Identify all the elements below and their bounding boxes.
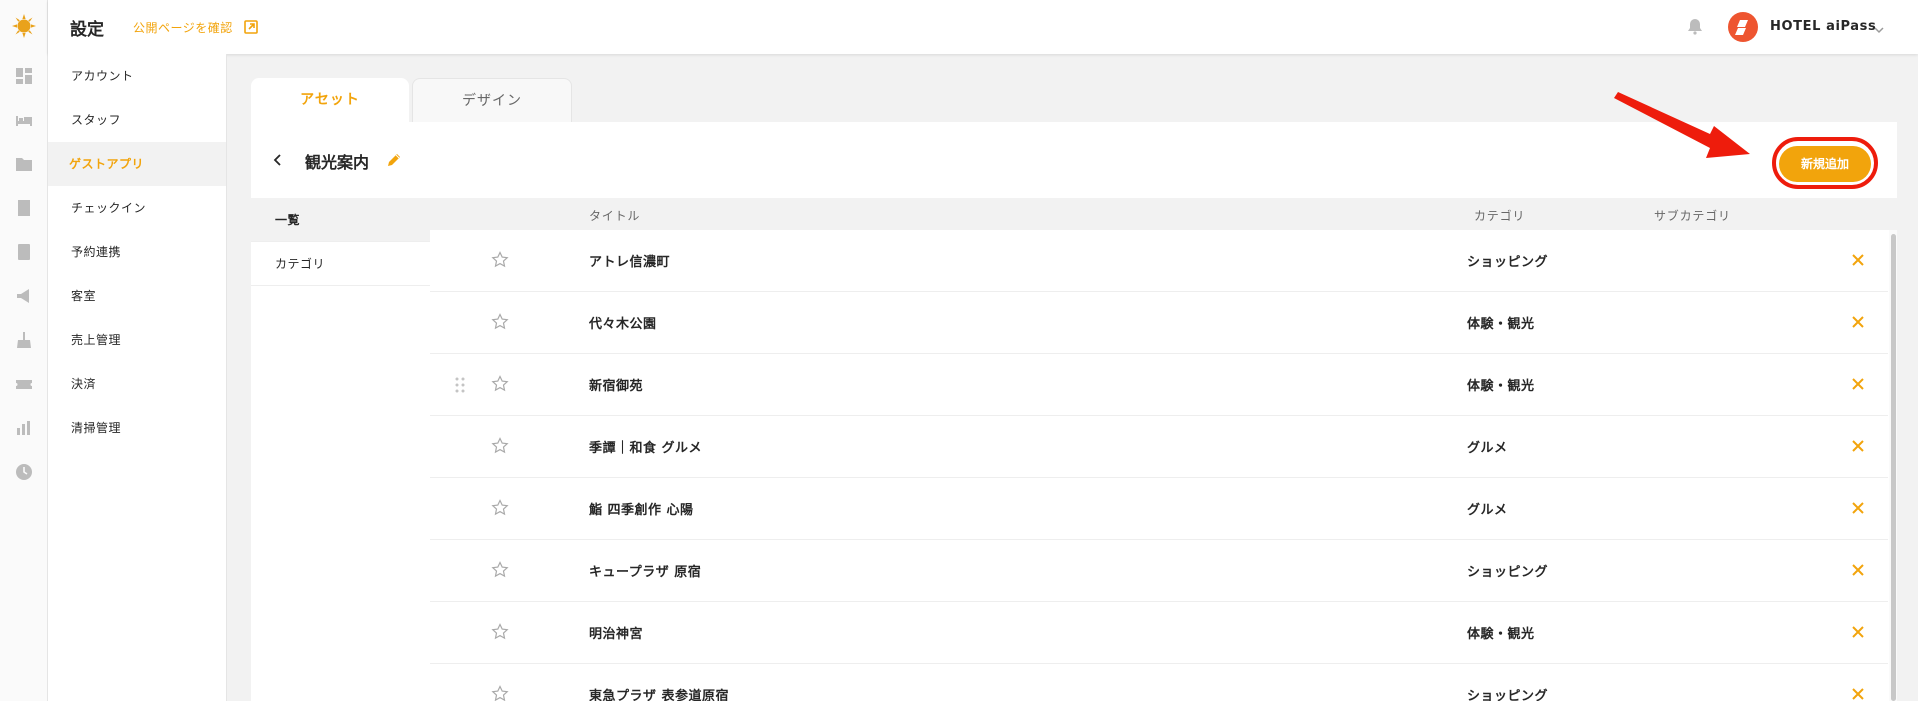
- sun-logo-icon[interactable]: [12, 14, 36, 38]
- row-title: 鮨 四季創作 心陽: [589, 503, 694, 518]
- close-icon[interactable]: [1850, 500, 1866, 516]
- menu-item-reservation[interactable]: 予約連携: [48, 230, 226, 274]
- ticket-icon[interactable]: [15, 375, 33, 393]
- megaphone-icon[interactable]: [15, 287, 33, 305]
- menu-item-guest-app[interactable]: ゲストアプリ: [48, 142, 226, 186]
- row-category: グルメ: [1467, 441, 1508, 456]
- row-category: ショッピング: [1467, 689, 1549, 701]
- table-header: タイトル カテゴリ サブカテゴリ: [251, 198, 1897, 230]
- close-icon[interactable]: [1850, 376, 1866, 392]
- close-icon[interactable]: [1850, 438, 1866, 454]
- star-icon[interactable]: [491, 561, 509, 579]
- row-category: 体験・観光: [1467, 627, 1535, 642]
- bell-icon[interactable]: [1686, 17, 1704, 35]
- close-icon[interactable]: [1850, 624, 1866, 640]
- column-header-category[interactable]: カテゴリ: [1474, 207, 1525, 224]
- table-row[interactable]: 季譚｜和食 グルメ グルメ: [430, 416, 1888, 478]
- section-title: 観光案内: [305, 153, 370, 172]
- column-header-title[interactable]: タイトル: [589, 207, 640, 224]
- asset-table-body: アトレ信濃町 ショッピング 代々木公園 体験・観光 新宿御苑 体験・観光 季譚｜…: [430, 230, 1897, 701]
- column-header-subcategory[interactable]: サブカテゴリ: [1654, 207, 1731, 224]
- dashboard-icon[interactable]: [15, 67, 33, 85]
- star-icon[interactable]: [491, 437, 509, 455]
- star-icon[interactable]: [491, 685, 509, 701]
- table-row[interactable]: キュープラザ 原宿 ショッピング: [430, 540, 1888, 602]
- settings-menu: アカウント スタッフ ゲストアプリ チェックイン 予約連携 客室 売上管理 決済…: [48, 54, 227, 701]
- table-row[interactable]: 東急プラザ 表参道原宿 ショッピング: [430, 664, 1888, 701]
- scrollbar-thumb[interactable]: [1891, 234, 1896, 701]
- menu-item-sales[interactable]: 売上管理: [48, 318, 226, 362]
- star-icon[interactable]: [491, 375, 509, 393]
- row-category: ショッピング: [1467, 565, 1549, 580]
- close-icon[interactable]: [1850, 252, 1866, 268]
- row-category: ショッピング: [1467, 255, 1549, 270]
- table-row[interactable]: アトレ信濃町 ショッピング: [430, 230, 1888, 292]
- cleaning-icon[interactable]: [15, 331, 33, 349]
- menu-item-rooms[interactable]: 客室: [48, 274, 226, 318]
- public-page-link[interactable]: 公開ページを確認: [133, 19, 233, 36]
- subnav-item-list[interactable]: 一覧: [251, 198, 430, 242]
- star-icon[interactable]: [491, 499, 509, 517]
- menu-item-checkin[interactable]: チェックイン: [48, 186, 226, 230]
- drag-handle-icon[interactable]: [454, 376, 466, 394]
- guest-card-icon[interactable]: [15, 155, 33, 173]
- table-row[interactable]: 鮨 四季創作 心陽 グルメ: [430, 478, 1888, 540]
- icon-rail: [0, 0, 48, 701]
- chevron-left-icon[interactable]: [271, 152, 285, 166]
- star-icon[interactable]: [491, 313, 509, 331]
- hotel-name[interactable]: HOTEL aiPass: [1770, 19, 1876, 34]
- subnav-item-category[interactable]: カテゴリ: [251, 242, 430, 286]
- bed-icon[interactable]: [15, 111, 33, 129]
- row-category: 体験・観光: [1467, 317, 1535, 332]
- table-row[interactable]: 代々木公園 体験・観光: [430, 292, 1888, 354]
- clock-icon[interactable]: [15, 463, 33, 481]
- tab-asset[interactable]: アセット: [251, 78, 409, 122]
- menu-item-staff[interactable]: スタッフ: [48, 98, 226, 142]
- tab-design[interactable]: デザイン: [412, 78, 572, 122]
- star-icon[interactable]: [491, 251, 509, 269]
- hotel-avatar[interactable]: [1728, 12, 1758, 42]
- row-title: 新宿御苑: [589, 379, 644, 394]
- star-icon[interactable]: [491, 623, 509, 641]
- annotation-arrow-icon: [1610, 88, 1760, 168]
- row-title: キュープラザ 原宿: [589, 565, 702, 580]
- pencil-icon[interactable]: [386, 152, 402, 168]
- top-header: 設定 公開ページを確認 HOTEL aiPass: [48, 0, 1918, 54]
- row-title: 東急プラザ 表参道原宿: [589, 689, 730, 701]
- menu-item-account[interactable]: アカウント: [48, 54, 226, 98]
- table-row[interactable]: 明治神宮 体験・観光: [430, 602, 1888, 664]
- row-category: 体験・観光: [1467, 379, 1535, 394]
- close-icon[interactable]: [1850, 314, 1866, 330]
- table-row[interactable]: 新宿御苑 体験・観光: [430, 354, 1888, 416]
- chevron-down-icon[interactable]: [1873, 21, 1885, 34]
- row-category: グルメ: [1467, 503, 1508, 518]
- row-title: アトレ信濃町: [589, 255, 671, 270]
- page-title: 設定: [70, 20, 104, 40]
- add-new-button[interactable]: 新規追加: [1779, 146, 1871, 182]
- asset-card: 観光案内 新規追加 タイトル カテゴリ サブカテゴリ 一覧 カテゴリ アトレ信濃…: [251, 122, 1897, 701]
- close-icon[interactable]: [1850, 562, 1866, 578]
- external-link-icon[interactable]: [244, 19, 258, 34]
- menu-item-cleaning[interactable]: 清掃管理: [48, 406, 226, 450]
- row-title: 明治神宮: [589, 627, 644, 642]
- menu-item-payment[interactable]: 決済: [48, 362, 226, 406]
- bar-chart-icon[interactable]: [15, 419, 33, 437]
- row-title: 代々木公園: [589, 317, 657, 332]
- sub-navigation: 一覧 カテゴリ: [251, 198, 430, 701]
- close-icon[interactable]: [1850, 686, 1866, 701]
- calculator-icon[interactable]: [15, 243, 33, 261]
- building-icon[interactable]: [15, 199, 33, 217]
- row-title: 季譚｜和食 グルメ: [589, 441, 703, 456]
